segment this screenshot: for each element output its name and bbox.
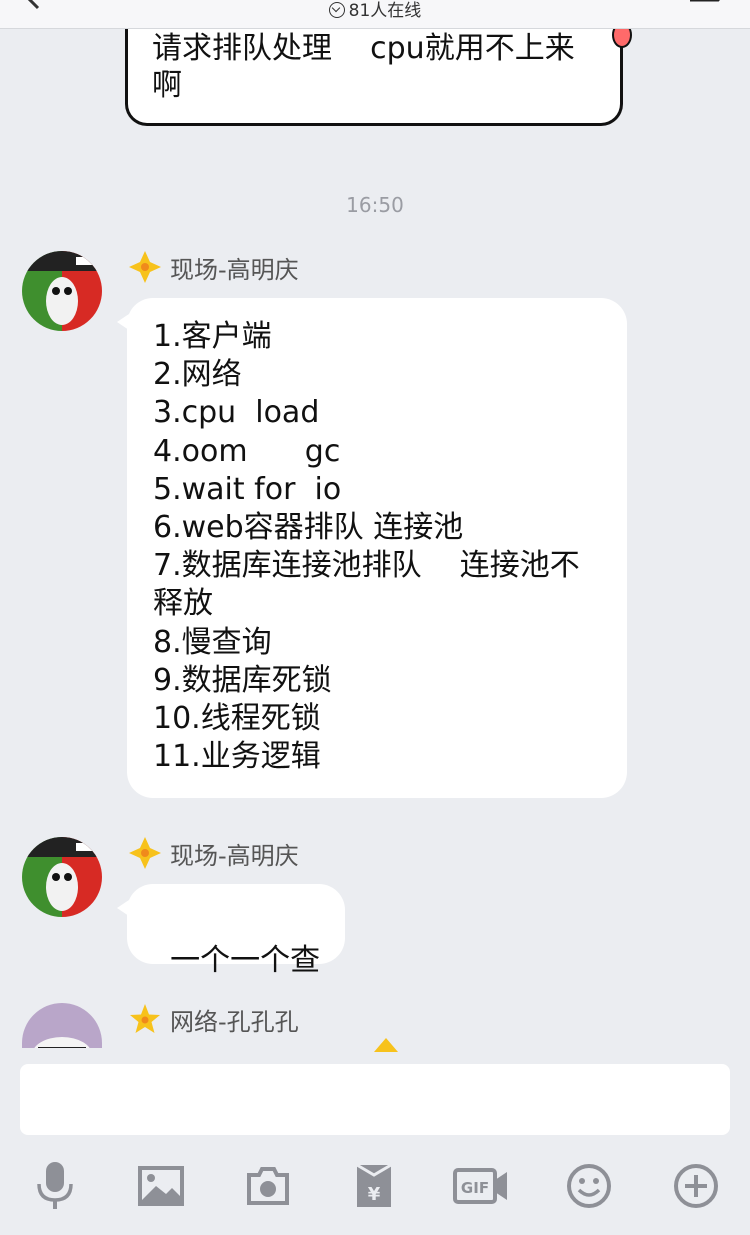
emoji-icon xyxy=(567,1164,611,1208)
image-icon xyxy=(138,1166,184,1206)
image-button[interactable] xyxy=(133,1158,189,1214)
message-text: 一个一个查 xyxy=(170,943,321,979)
message-bubble[interactable]: 1.客户端 2.网络 3.cpu load 4.oom gc 5.wait fo… xyxy=(117,298,627,798)
message-timestamp: 16:50 xyxy=(346,193,404,217)
chat-header: 81人在线 xyxy=(0,0,750,29)
camera-icon xyxy=(247,1167,289,1205)
sender-name: 现场-高明庆 xyxy=(128,835,299,871)
plus-icon xyxy=(674,1164,718,1208)
message-line: 4.oom gc xyxy=(153,433,341,469)
message-line: 6.web容器排队 连接池 xyxy=(153,510,464,546)
message-line: 5.wait for io xyxy=(153,471,342,507)
input-toolbar: ¥ GIF xyxy=(0,1158,750,1218)
star-icon xyxy=(130,1004,160,1033)
message-line: 8.慢查询 xyxy=(153,624,272,660)
message-line: 2.网络 xyxy=(153,357,242,393)
message-line: 9.数据库死锁 xyxy=(153,662,332,698)
sender-name: 网络-孔孔孔 xyxy=(128,1001,299,1037)
message-bubble[interactable]: 一个一个查 xyxy=(116,884,346,978)
message-line: 10.线程死锁 xyxy=(153,701,321,737)
svg-text:GIF: GIF xyxy=(461,1179,489,1197)
avatar[interactable] xyxy=(22,837,102,917)
sender-name-text: 现场-高明庆 xyxy=(170,841,299,870)
avatar-image xyxy=(22,1003,102,1048)
message-input[interactable] xyxy=(20,1064,730,1135)
chevron-down-icon xyxy=(328,2,345,18)
avatar-image xyxy=(22,251,102,331)
svg-text:¥: ¥ xyxy=(368,1184,381,1205)
message-line: 释放 xyxy=(153,586,213,622)
red-packet-button[interactable]: ¥ xyxy=(346,1158,402,1214)
message-line: 7.数据库连接池排队 连接池不 xyxy=(153,548,580,584)
input-area: ¥ GIF xyxy=(0,1038,750,1235)
star-badge-icon xyxy=(129,837,161,869)
previous-message-text: 请求排队处理 cpu就用不上来 啊 xyxy=(152,31,575,103)
sender-name-text: 网络-孔孔孔 xyxy=(170,1007,299,1036)
red-packet-icon: ¥ xyxy=(356,1163,392,1207)
online-count[interactable]: 81人在线 xyxy=(0,0,750,21)
badge-peek-icon xyxy=(374,1038,398,1052)
sender-name: 现场-高明庆 xyxy=(128,249,299,285)
message-line: 1.客户端 xyxy=(153,319,272,354)
avatar[interactable] xyxy=(22,251,102,331)
camera-button[interactable] xyxy=(240,1158,296,1214)
online-count-text: 81人在线 xyxy=(348,1,422,21)
emoji-button[interactable] xyxy=(561,1158,617,1214)
gif-button[interactable]: GIF xyxy=(452,1158,510,1214)
avatar-image xyxy=(22,837,102,917)
microphone-icon xyxy=(37,1162,73,1209)
gif-icon: GIF xyxy=(453,1168,507,1204)
group-menu-icon[interactable] xyxy=(688,0,728,8)
more-button[interactable] xyxy=(668,1158,724,1214)
sender-name-text: 现场-高明庆 xyxy=(170,255,299,284)
message-line: 3.cpu load xyxy=(153,395,320,431)
message-line: 11.业务逻辑 xyxy=(153,739,321,775)
voice-button[interactable] xyxy=(27,1158,83,1214)
avatar[interactable] xyxy=(22,1003,102,1048)
star-badge-icon xyxy=(129,251,161,283)
